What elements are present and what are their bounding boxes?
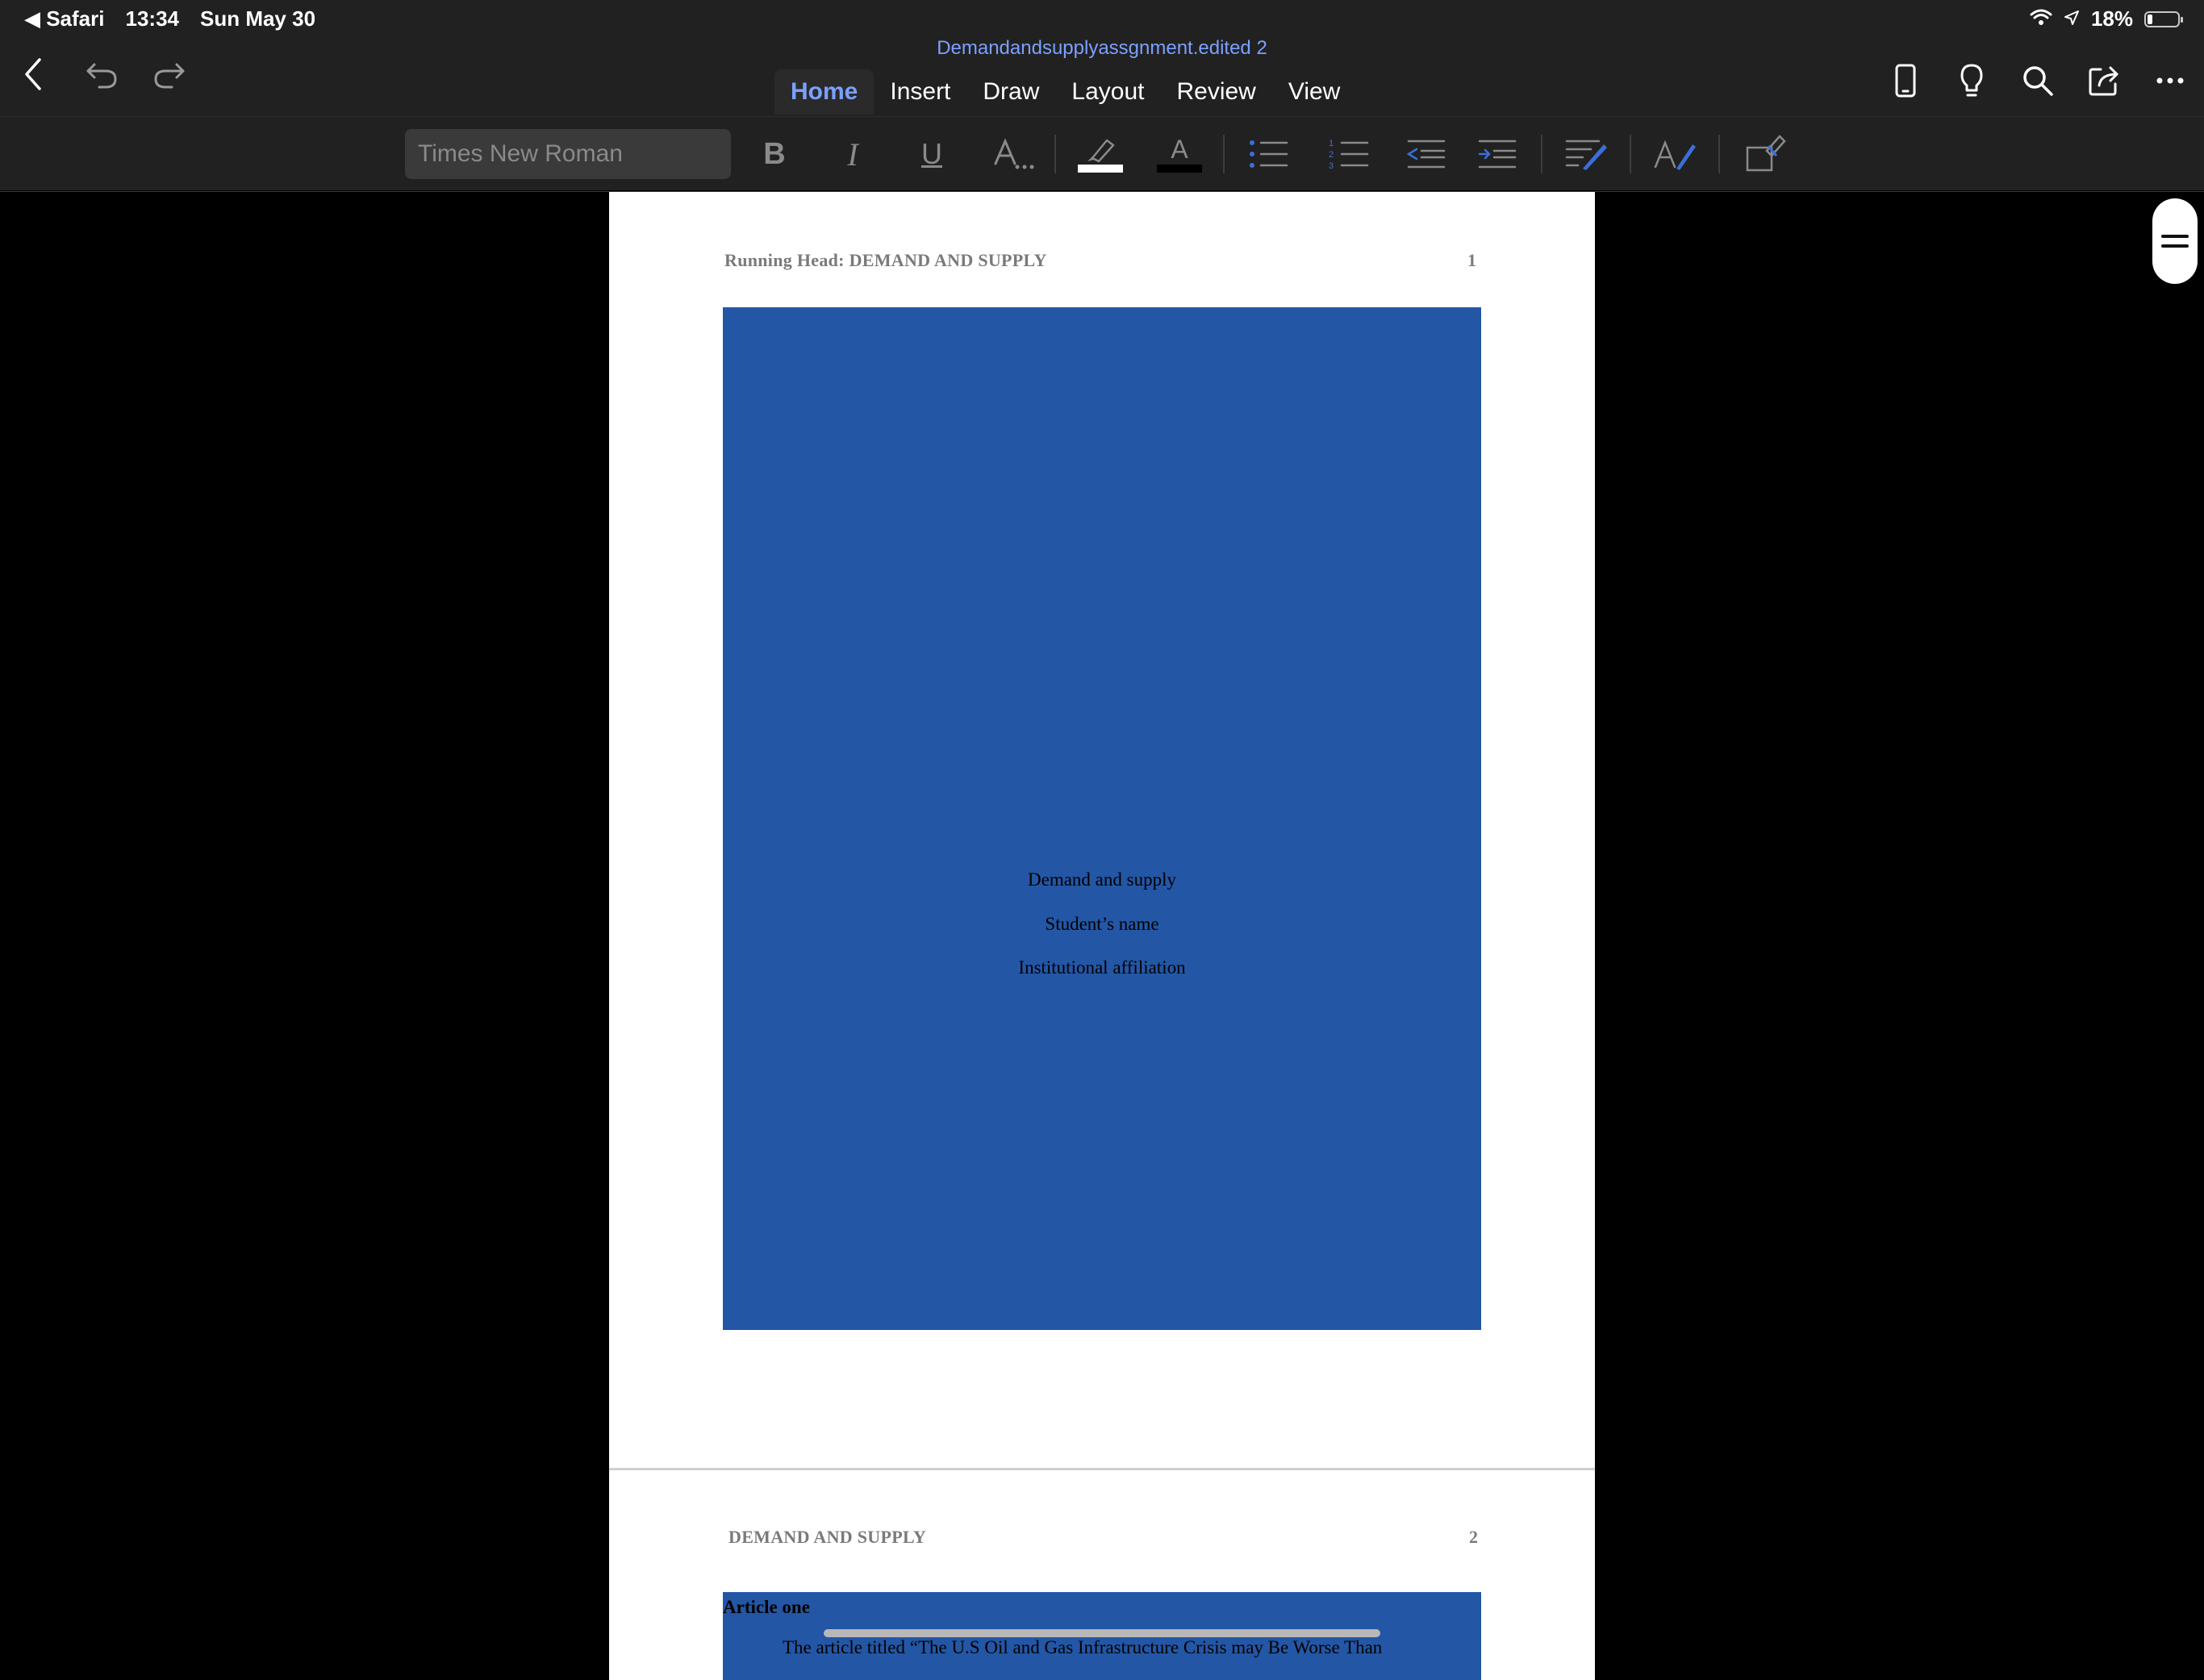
- bullet-list-icon: [1250, 140, 1288, 168]
- back-to-safari-link[interactable]: ◀ Safari: [24, 6, 104, 31]
- status-bar: ◀ Safari 13:34 Sun May 30 18%: [0, 0, 2204, 39]
- page-number: 1: [1467, 250, 1476, 270]
- font-color-button[interactable]: A: [1155, 131, 1204, 177]
- bullet-list-button[interactable]: [1246, 131, 1292, 177]
- clear-formatting-button[interactable]: [1743, 131, 1788, 177]
- tab-home[interactable]: Home: [774, 69, 875, 115]
- paragraph-styles-icon: [1565, 140, 1607, 170]
- eraser-icon: [1746, 135, 1786, 172]
- paintbrush-text-icon: [1654, 140, 1696, 170]
- battery-percent: 18%: [2090, 6, 2133, 31]
- format-painter-button[interactable]: [1651, 131, 1699, 177]
- cover-student-name: Student’s name: [1045, 914, 1159, 934]
- numbered-list-button[interactable]: 1 23: [1327, 131, 1372, 177]
- font-name-field[interactable]: Times New Roman: [405, 129, 731, 179]
- cover-page-block: Demand and supply Student’s name Institu…: [723, 307, 1481, 1330]
- decrease-indent-icon: [1406, 140, 1446, 169]
- highlighter-icon: [1087, 139, 1115, 163]
- redo-icon[interactable]: [152, 56, 187, 92]
- document-title[interactable]: Demandandsupplyassgnment.edited 2: [0, 37, 2204, 60]
- highlight-color-button[interactable]: [1076, 131, 1125, 177]
- tab-review[interactable]: Review: [1160, 69, 1271, 115]
- underline-button[interactable]: U: [912, 131, 952, 177]
- status-date: Sun May 30: [199, 6, 316, 31]
- ribbon-tabs: Home Insert Draw Layout Review View: [774, 69, 1356, 115]
- horizontal-scroll-indicator[interactable]: [824, 1629, 1380, 1637]
- search-icon[interactable]: [2020, 63, 2056, 98]
- running-head: DEMAND AND SUPPLY: [728, 1527, 927, 1547]
- tab-view[interactable]: View: [1272, 69, 1356, 115]
- lightbulb-icon[interactable]: [1954, 63, 1989, 98]
- svg-text:2: 2: [1329, 150, 1334, 160]
- mobile-view-icon[interactable]: [1888, 63, 1923, 98]
- running-head: Running Head: DEMAND AND SUPPLY: [724, 250, 1047, 270]
- tab-layout[interactable]: Layout: [1055, 69, 1160, 115]
- decrease-indent-button[interactable]: [1404, 131, 1449, 177]
- numbered-list-icon: 1 23: [1329, 139, 1369, 170]
- page-number: 2: [1469, 1527, 1478, 1547]
- status-time: 13:34: [125, 6, 179, 31]
- svg-text:1: 1: [1329, 139, 1334, 148]
- location-icon: [2064, 6, 2080, 31]
- more-font-styles-button[interactable]: [991, 131, 1036, 177]
- tab-draw[interactable]: Draw: [966, 69, 1055, 115]
- document-page-1[interactable]: Running Head: DEMAND AND SUPPLY 1 Demand…: [609, 192, 1595, 1468]
- increase-indent-icon: [1478, 140, 1517, 169]
- increase-indent-button[interactable]: [1475, 131, 1520, 177]
- font-color-swatch: [1157, 165, 1202, 173]
- svg-text:3: 3: [1329, 161, 1334, 170]
- share-icon[interactable]: [2086, 63, 2122, 98]
- cover-institution: Institutional affiliation: [1018, 957, 1186, 978]
- more-options-icon[interactable]: [2152, 63, 2188, 98]
- font-color-glyph: A: [1171, 135, 1188, 164]
- wifi-icon: [2030, 6, 2052, 31]
- bold-button[interactable]: B: [754, 131, 795, 177]
- cover-title: Demand and supply: [1028, 869, 1176, 890]
- back-icon[interactable]: [16, 56, 52, 92]
- slide-over-handle[interactable]: [2152, 198, 2198, 284]
- battery-icon: [2144, 10, 2183, 27]
- document-page-2[interactable]: DEMAND AND SUPPLY 2 Article one The arti…: [609, 1470, 1595, 1680]
- formatting-toolbar: Times New Roman B I U A 1 23: [0, 116, 2204, 192]
- app-chrome: ◀ Safari 13:34 Sun May 30 18% Demandands…: [0, 0, 2204, 192]
- article-body-text: The article titled “The U.S Oil and Gas …: [783, 1637, 1383, 1657]
- highlight-color-swatch: [1078, 165, 1123, 173]
- italic-button[interactable]: I: [833, 131, 873, 177]
- styles-button[interactable]: [1562, 131, 1610, 177]
- undo-icon[interactable]: [84, 56, 119, 92]
- article-heading: Article one: [723, 1597, 810, 1617]
- tab-insert[interactable]: Insert: [874, 69, 966, 115]
